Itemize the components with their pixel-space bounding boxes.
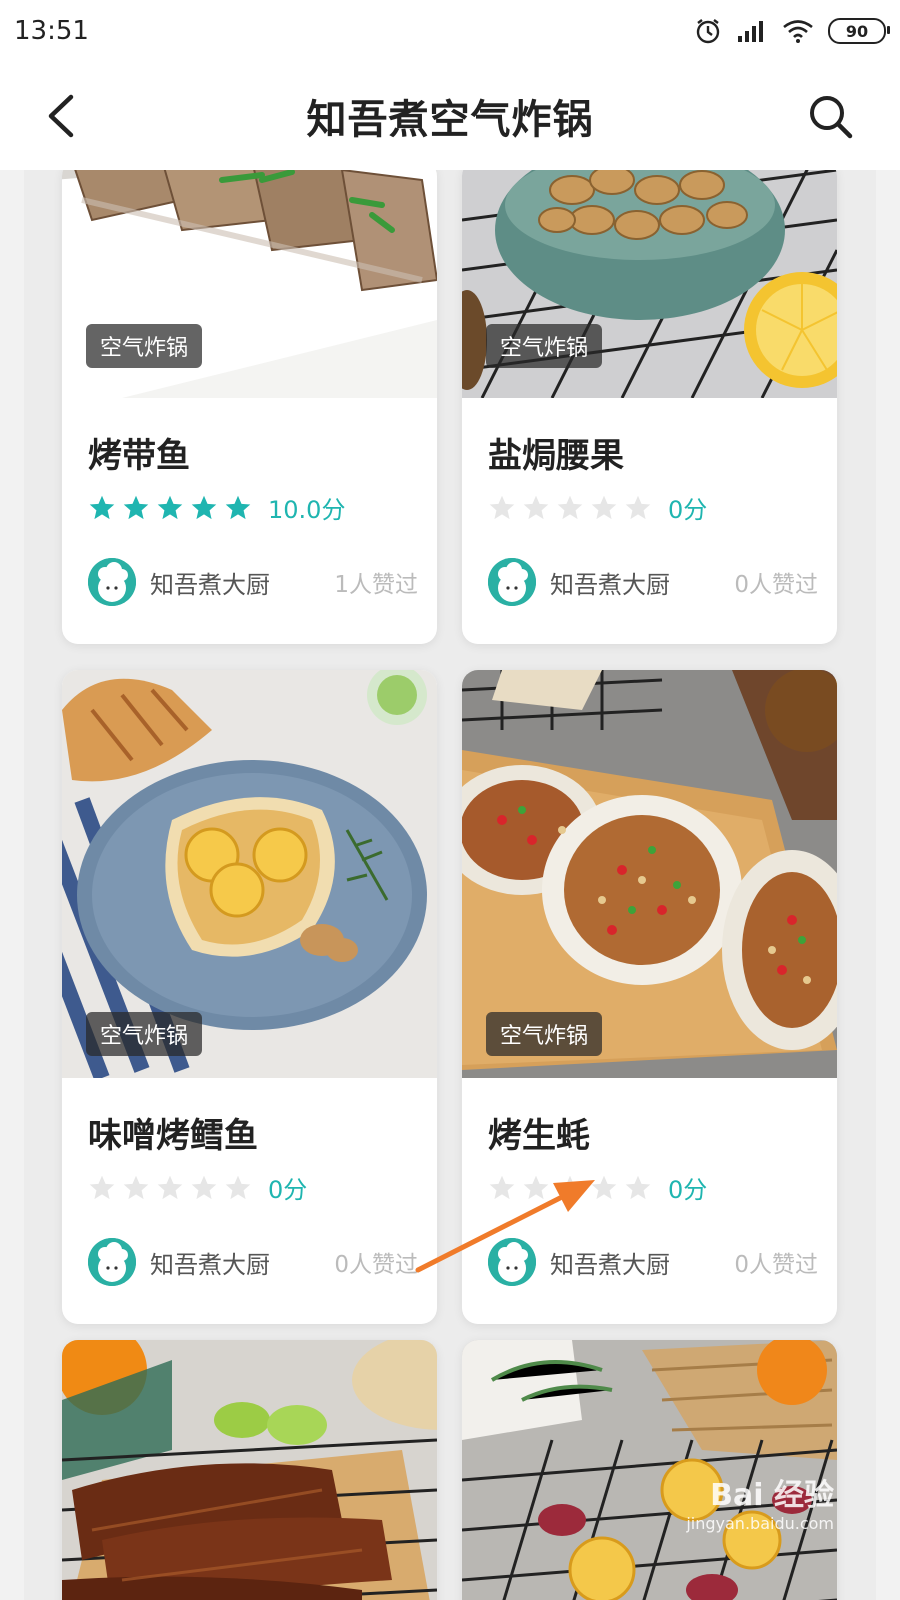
rating: 0分 [488,490,707,525]
chef-avatar-icon [88,1238,136,1286]
chevron-left-icon [48,94,74,138]
app-header: 知吾煮空气炸锅 [0,62,900,170]
chef-avatar-icon [488,1238,536,1286]
recipe-photo: 空气炸锅 [462,170,837,398]
star-icon [591,495,617,519]
star-icon [489,1175,515,1199]
baidu-watermark: Bai 经验 jingyan.baidu.com [686,1470,834,1533]
star-icon [157,1175,183,1199]
author-row: 知吾煮大厨 0人赞过 [488,558,818,606]
avatar[interactable] [488,1238,536,1286]
avatar[interactable] [488,558,536,606]
avatar[interactable] [88,1238,136,1286]
star-icon [557,1175,583,1199]
author-name[interactable]: 知吾煮大厨 [550,1245,670,1280]
like-count: 0人赞过 [734,572,818,598]
recipe-card[interactable]: 空气炸锅 烤生蚝 0分 知吾煮大厨 0人赞过 [462,670,837,1324]
star-icon [123,1175,149,1199]
like-count: 0人赞过 [334,1252,418,1278]
author-row: 知吾煮大厨 0人赞过 [488,1238,818,1286]
status-time: 13:51 [14,16,89,46]
star-icon [123,495,149,519]
star-icon [489,495,515,519]
alarm-icon [696,19,720,44]
star-icon [89,1175,115,1199]
rating: 0分 [88,1170,307,1205]
rating-score: 0分 [668,1176,708,1204]
star-icon [625,1175,651,1199]
recipe-card[interactable]: 空气炸锅 味噌烤鳕鱼 0分 知吾煮大厨 0人赞过 [62,670,437,1324]
star-icon [225,495,251,519]
recipe-title: 盐焗腰果 [488,436,624,476]
recipe-photo: 空气炸锅 [62,670,437,1078]
watermark-brand: Bai 经验 [710,1478,834,1513]
star-icon [625,495,651,519]
star-icon [523,1175,549,1199]
recipe-card[interactable]: 空气炸锅 烤带鱼 10.0分 知吾煮大厨 1人赞过 [62,170,437,644]
author-name[interactable]: 知吾煮大厨 [150,565,270,600]
category-tag: 空气炸锅 [486,1012,603,1056]
search-button[interactable] [802,88,858,144]
recipe-photo: 空气炸锅 [62,170,437,398]
rating: 10.0分 [88,490,345,525]
signal-icon [738,21,763,42]
recipe-photo [62,1340,437,1600]
author-row: 知吾煮大厨 0人赞过 [88,1238,418,1286]
page-title: 知吾煮空气炸锅 [306,97,594,143]
author-name[interactable]: 知吾煮大厨 [150,1245,270,1280]
avatar[interactable] [88,558,136,606]
rating-score: 0分 [668,496,708,524]
author-name[interactable]: 知吾煮大厨 [550,565,670,600]
status-icons: 90 [694,17,890,45]
recipe-title: 味噌烤鳕鱼 [88,1116,258,1156]
category-tag: 空气炸锅 [486,324,603,368]
star-icon [191,495,217,519]
like-count: 0人赞过 [734,1252,818,1278]
recipe-title: 烤带鱼 [88,436,190,476]
recipe-title: 烤生蚝 [488,1116,590,1156]
category-tag: 空气炸锅 [86,324,203,368]
category-tag: 空气炸锅 [86,1012,203,1056]
star-icon [89,495,115,519]
star-icon [523,495,549,519]
rating: 0分 [488,1170,707,1205]
rating-score: 0分 [268,1176,308,1204]
search-icon [810,96,853,139]
recipe-photo: 空气炸锅 [462,670,837,1078]
rating-score: 10.0分 [268,496,346,524]
recipe-card[interactable] [62,1340,437,1600]
wifi-icon [783,20,813,43]
battery-indicator: 90 [828,18,890,44]
watermark-url: jingyan.baidu.com [686,1514,834,1533]
recipe-card[interactable]: 空气炸锅 盐焗腰果 0分 知吾煮大厨 0人赞过 [462,170,837,644]
status-bar: 13:51 90 [0,0,900,62]
star-icon [557,495,583,519]
star-icon [191,1175,217,1199]
star-icon [157,495,183,519]
chef-avatar-icon [88,558,136,606]
recipe-grid[interactable]: 空气炸锅 烤带鱼 10.0分 知吾煮大厨 1人赞过 空气炸锅 盐焗腰果 0分 知… [24,170,876,1600]
author-row: 知吾煮大厨 1人赞过 [88,558,418,606]
chef-avatar-icon [488,558,536,606]
back-button[interactable] [32,88,88,144]
star-icon [591,1175,617,1199]
like-count: 1人赞过 [334,572,418,598]
star-icon [225,1175,251,1199]
